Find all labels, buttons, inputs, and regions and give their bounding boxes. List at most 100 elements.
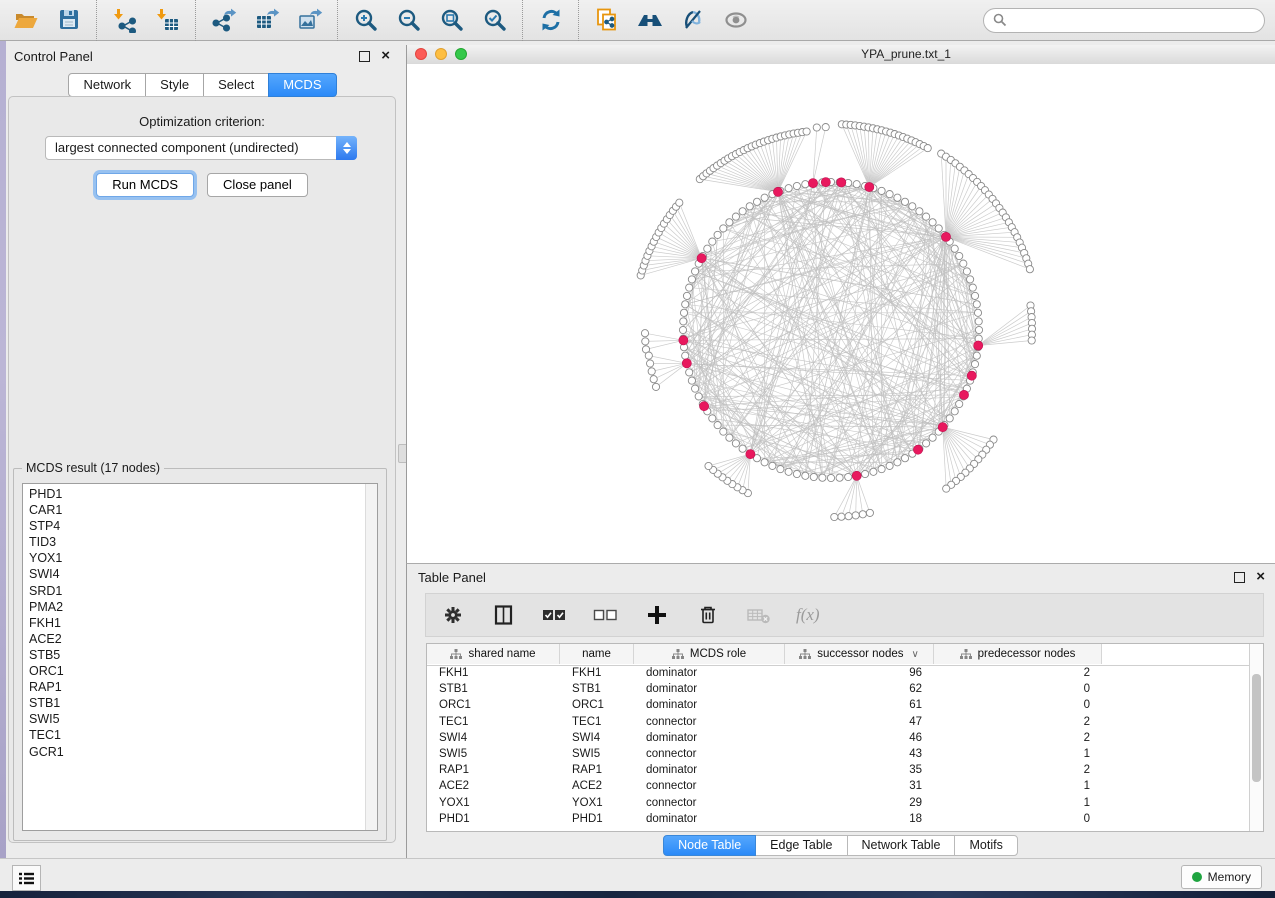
network-canvas[interactable] <box>407 64 1275 563</box>
delete-table-icon[interactable] <box>745 602 772 629</box>
zoom-in-icon[interactable] <box>352 7 379 34</box>
table-cell[interactable]: dominator <box>634 681 785 697</box>
zoom-out-icon[interactable] <box>395 7 422 34</box>
node-table[interactable]: shared namenameMCDS rolesuccessor nodes∨… <box>426 643 1264 832</box>
table-cell[interactable]: 31 <box>785 778 934 794</box>
table-cell[interactable]: PHD1 <box>560 811 634 827</box>
mcds-list-scrollbar[interactable] <box>365 484 377 830</box>
table-cell[interactable]: 0 <box>934 811 1102 827</box>
table-cell[interactable]: SWI5 <box>560 746 634 762</box>
toggle-graphics-details-icon[interactable] <box>679 7 706 34</box>
table-cell[interactable]: 1 <box>934 795 1102 811</box>
save-session-icon[interactable] <box>55 7 82 34</box>
table-cell[interactable]: FKH1 <box>427 665 560 681</box>
table-cell[interactable]: RAP1 <box>560 762 634 778</box>
close-panel-icon[interactable]: × <box>381 51 390 61</box>
export-table-icon[interactable] <box>253 7 280 34</box>
table-cell[interactable]: 0 <box>934 697 1102 713</box>
export-network-icon[interactable] <box>210 7 237 34</box>
table-row[interactable]: PHD1PHD1dominator180 <box>427 811 1250 827</box>
toggle-panel-mode-icon[interactable] <box>490 602 517 629</box>
mcds-result-item[interactable]: ACE2 <box>29 631 377 647</box>
mcds-result-item[interactable]: TEC1 <box>29 727 377 743</box>
table-scrollbar-thumb[interactable] <box>1252 674 1261 782</box>
table-row[interactable]: ACE2ACE2connector311 <box>427 778 1250 794</box>
mcds-result-item[interactable]: PHD1 <box>29 486 377 502</box>
table-cell[interactable]: 18 <box>785 811 934 827</box>
table-cell[interactable]: 35 <box>785 762 934 778</box>
table-cell[interactable]: connector <box>634 778 785 794</box>
optimization-criterion-select[interactable]: largest connected component (undirected) <box>45 136 357 160</box>
table-cell[interactable]: 1 <box>934 778 1102 794</box>
column-header-name[interactable]: name <box>560 644 634 664</box>
table-cell[interactable]: dominator <box>634 811 785 827</box>
close-panel-button[interactable]: Close panel <box>207 173 308 197</box>
table-row[interactable]: ORC1ORC1dominator610 <box>427 697 1250 713</box>
memory-button[interactable]: Memory <box>1181 865 1262 889</box>
open-session-icon[interactable] <box>12 7 39 34</box>
mcds-result-item[interactable]: GCR1 <box>29 744 377 760</box>
table-row[interactable]: TEC1TEC1connector472 <box>427 714 1250 730</box>
network-view[interactable] <box>407 64 1275 563</box>
tab-edge-table[interactable]: Edge Table <box>755 835 847 856</box>
table-row[interactable]: STB1STB1dominator620 <box>427 681 1250 697</box>
table-cell[interactable]: 2 <box>934 665 1102 681</box>
table-cell[interactable]: 96 <box>785 665 934 681</box>
task-history-button[interactable] <box>12 865 41 891</box>
table-cell[interactable]: 46 <box>785 730 934 746</box>
table-cell[interactable]: 43 <box>785 746 934 762</box>
column-header-successor-nodes[interactable]: successor nodes∨ <box>785 644 934 664</box>
float-panel-icon[interactable] <box>359 51 370 62</box>
table-cell[interactable]: TEC1 <box>427 714 560 730</box>
table-cell[interactable]: dominator <box>634 730 785 746</box>
refresh-icon[interactable] <box>537 7 564 34</box>
column-settings-gear-icon[interactable] <box>439 602 466 629</box>
table-cell[interactable]: 2 <box>934 730 1102 746</box>
close-table-panel-icon[interactable]: × <box>1256 572 1265 582</box>
window-close-icon[interactable] <box>415 48 427 60</box>
column-header-MCDS-role[interactable]: MCDS role <box>634 644 785 664</box>
float-table-panel-icon[interactable] <box>1234 572 1245 583</box>
search-binoculars-icon[interactable] <box>636 7 663 34</box>
table-cell[interactable]: FKH1 <box>560 665 634 681</box>
table-cell[interactable]: RAP1 <box>427 762 560 778</box>
table-cell[interactable]: YOX1 <box>427 795 560 811</box>
mcds-result-item[interactable]: FKH1 <box>29 615 377 631</box>
table-scrollbar[interactable] <box>1249 644 1263 831</box>
table-cell[interactable]: 61 <box>785 697 934 713</box>
select-all-columns-icon[interactable] <box>541 602 568 629</box>
mcds-result-item[interactable]: STB1 <box>29 695 377 711</box>
table-cell[interactable]: dominator <box>634 665 785 681</box>
tab-motifs[interactable]: Motifs <box>954 835 1017 856</box>
mcds-result-item[interactable]: TID3 <box>29 534 377 550</box>
table-cell[interactable]: 47 <box>785 714 934 730</box>
table-cell[interactable]: PHD1 <box>427 811 560 827</box>
table-cell[interactable]: 2 <box>934 762 1102 778</box>
table-cell[interactable]: connector <box>634 795 785 811</box>
column-header-predecessor-nodes[interactable]: predecessor nodes <box>934 644 1102 664</box>
mcds-result-item[interactable]: YOX1 <box>29 550 377 566</box>
table-cell[interactable]: STB1 <box>427 681 560 697</box>
zoom-fit-icon[interactable] <box>438 7 465 34</box>
table-cell[interactable]: SWI4 <box>560 730 634 746</box>
table-cell[interactable]: ACE2 <box>427 778 560 794</box>
tab-network-table[interactable]: Network Table <box>847 835 956 856</box>
mcds-result-item[interactable]: CAR1 <box>29 502 377 518</box>
table-cell[interactable]: 62 <box>785 681 934 697</box>
table-row[interactable]: SWI5SWI5connector431 <box>427 746 1250 762</box>
tab-node-table[interactable]: Node Table <box>663 835 756 856</box>
tab-select[interactable]: Select <box>203 73 269 97</box>
table-cell[interactable]: dominator <box>634 697 785 713</box>
table-row[interactable]: YOX1YOX1connector291 <box>427 795 1250 811</box>
mcds-result-item[interactable]: SRD1 <box>29 583 377 599</box>
tab-network[interactable]: Network <box>68 73 146 97</box>
table-cell[interactable]: TEC1 <box>560 714 634 730</box>
table-cell[interactable]: connector <box>634 746 785 762</box>
window-minimize-icon[interactable] <box>435 48 447 60</box>
search-input[interactable] <box>983 8 1265 33</box>
delete-columns-icon[interactable] <box>694 602 721 629</box>
table-row[interactable]: RAP1RAP1dominator352 <box>427 762 1250 778</box>
zoom-selected-icon[interactable] <box>481 7 508 34</box>
add-column-icon[interactable] <box>643 602 670 629</box>
clone-network-icon[interactable] <box>593 7 620 34</box>
